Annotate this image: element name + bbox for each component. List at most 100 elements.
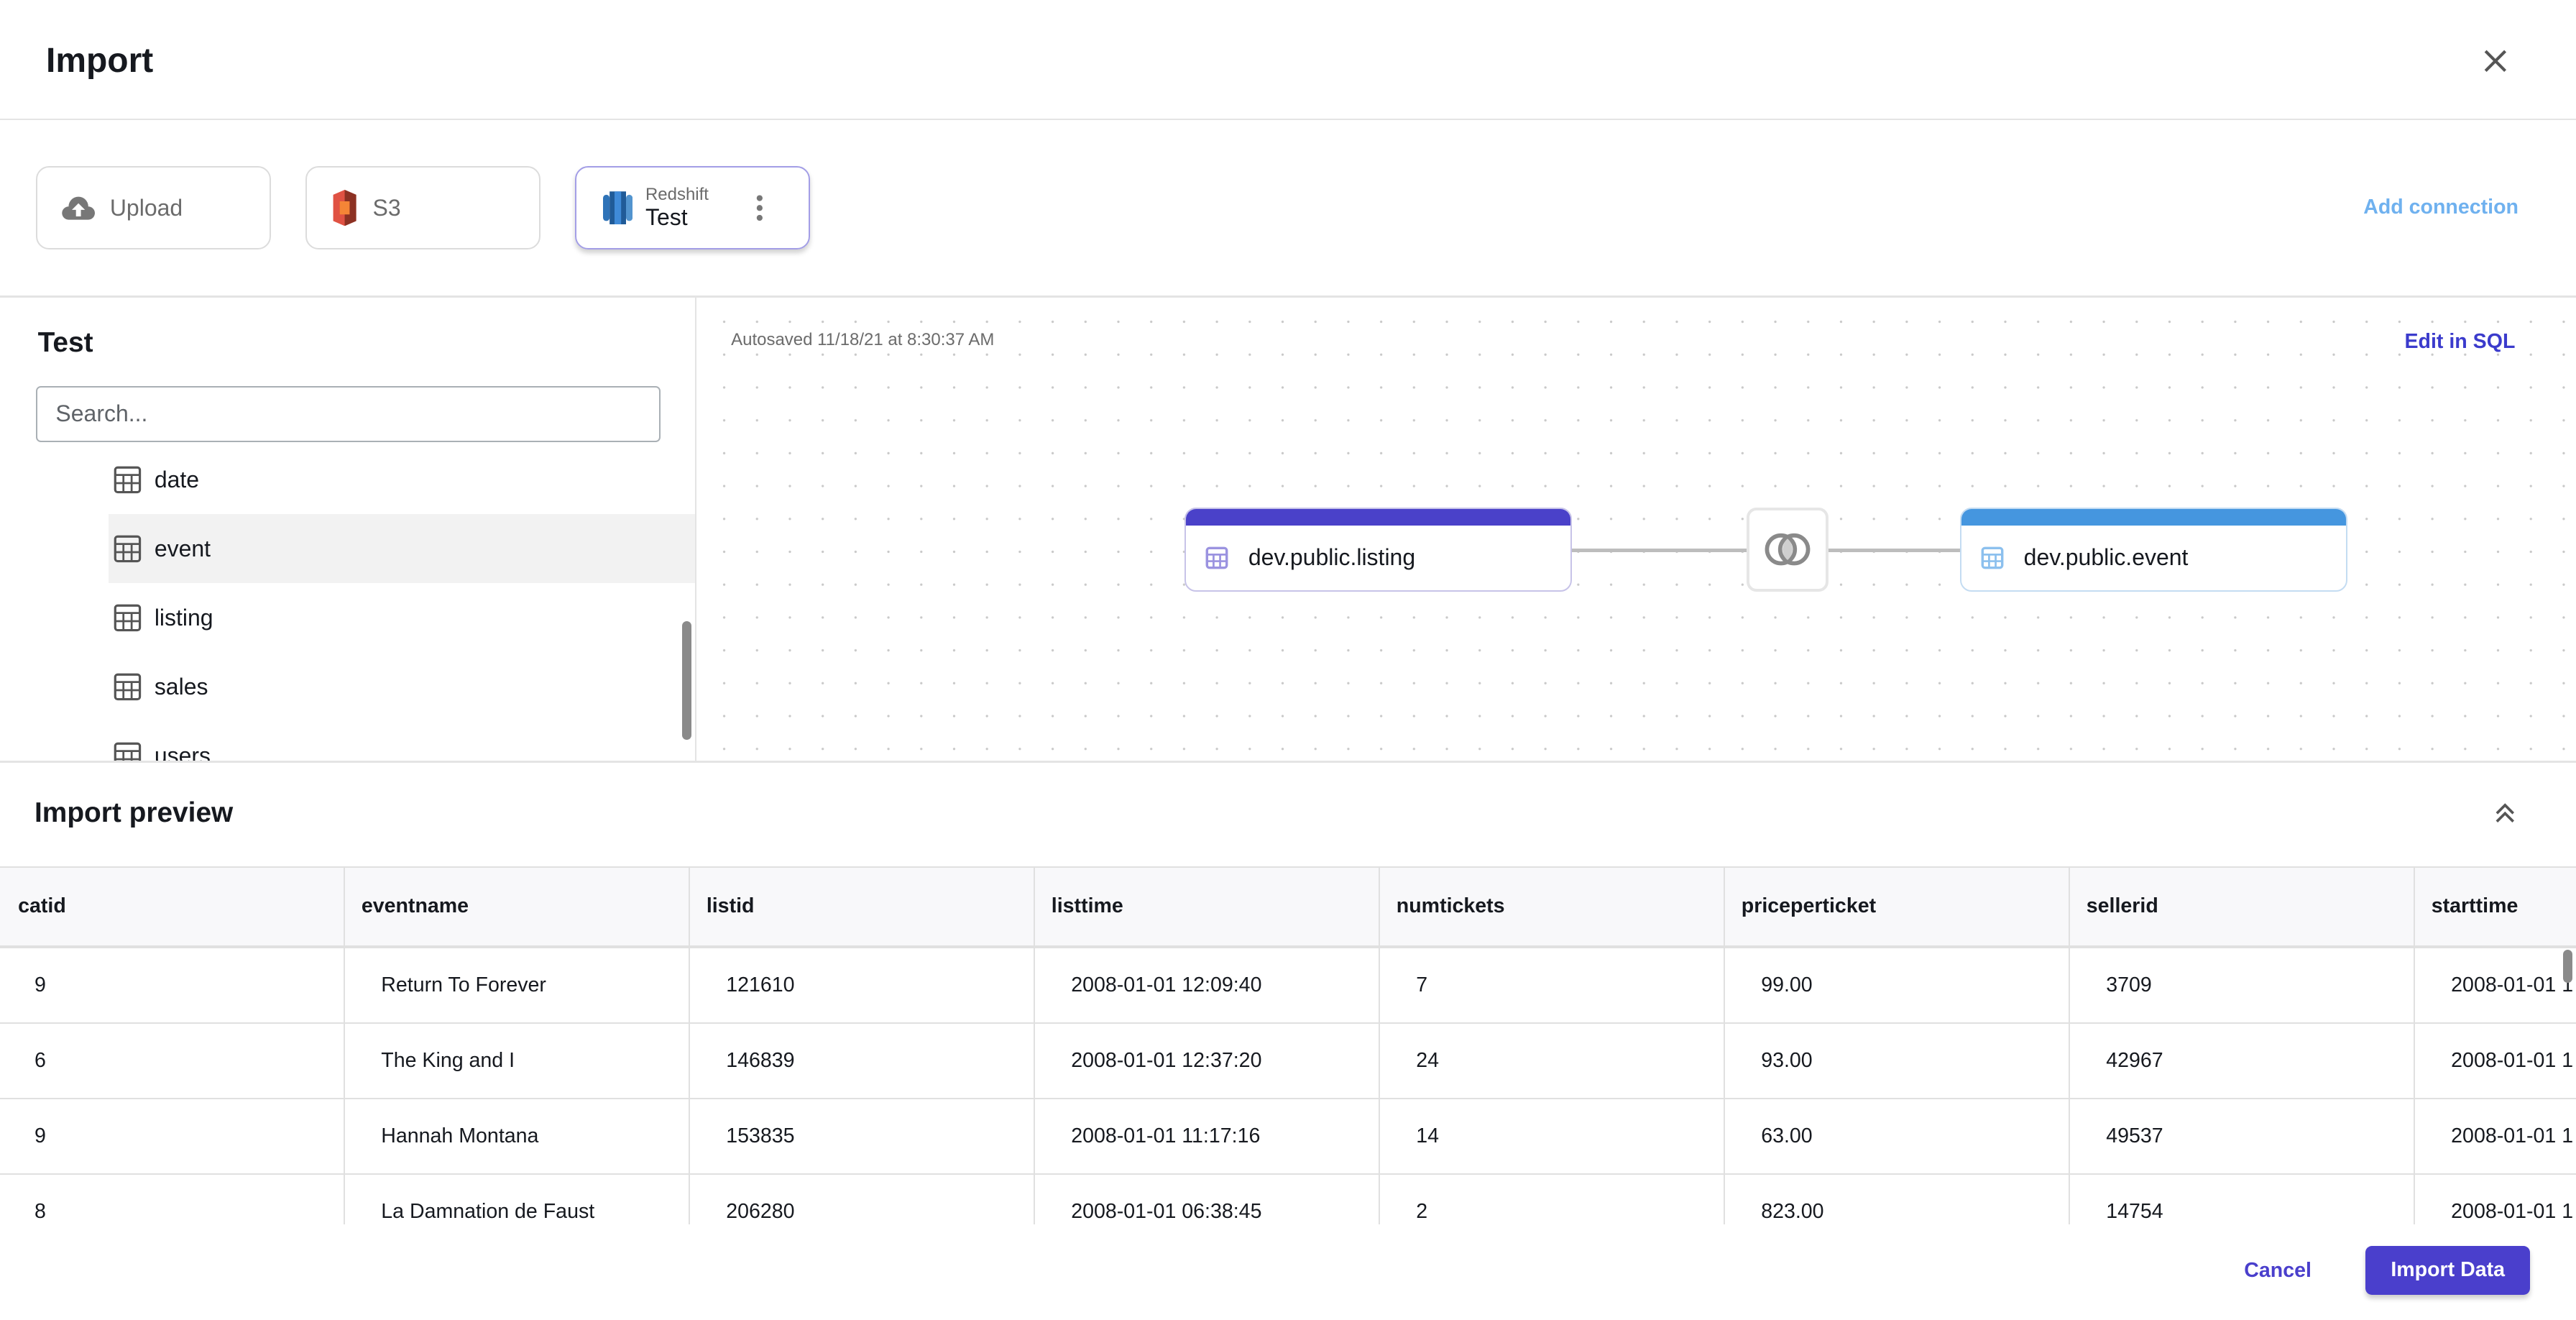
import-dialog: Import Upload S3 Redshift Test Add conne…: [0, 0, 2576, 1319]
table-cell: The King and I: [345, 1023, 690, 1098]
node-header-bar: [1961, 509, 2347, 526]
table-cell: 206280: [690, 1174, 1035, 1224]
tree-item-label: date: [154, 466, 200, 492]
table-row: 6 The King and I 146839 2008-01-01 12:37:20…: [0, 1023, 2576, 1099]
table-cell: 63.00: [1725, 1099, 2070, 1173]
table-cell: 6: [0, 1023, 345, 1098]
table-cell: 2008-01-01 06:38:45: [1035, 1174, 1380, 1224]
edit-in-sql-link[interactable]: Edit in SQL: [2404, 330, 2515, 354]
table-icon: [114, 742, 141, 761]
connection-redshift-test[interactable]: Redshift Test: [574, 165, 810, 250]
import-preview-title: Import preview: [34, 797, 234, 828]
table-icon: [114, 673, 141, 701]
preview-table: catid eventname listid listtime numtickets pr…: [0, 866, 2576, 1224]
more-options-icon[interactable]: [755, 195, 765, 221]
table-header-row: catid eventname listid listtime numtickets pr…: [0, 867, 2576, 948]
table-cell: 2008-01-01 1: [2415, 1099, 2576, 1173]
table-icon: [114, 604, 141, 632]
table-cell: 24: [1380, 1023, 1725, 1098]
table-cell: Hannah Montana: [345, 1099, 690, 1173]
table-icon: [114, 535, 141, 563]
tree-item-label: users: [154, 742, 211, 761]
table-cell: 8: [0, 1174, 345, 1224]
table-cell: 823.00: [1725, 1174, 2070, 1224]
add-connection-link[interactable]: Add connection: [2363, 196, 2518, 219]
node-header-bar: [1185, 509, 1571, 526]
tree-item-event[interactable]: event: [108, 514, 696, 584]
tree-item-label: event: [154, 535, 211, 562]
divider: [0, 118, 2576, 120]
table-node-listing[interactable]: dev.public.listing: [1184, 508, 1573, 592]
dialog-title: Import: [45, 42, 154, 81]
connection-type: Redshift: [645, 185, 709, 205]
table-cell: Return To Forever: [345, 948, 690, 1022]
column-header-catid[interactable]: catid: [0, 867, 345, 945]
connection-title: Test: [37, 326, 93, 358]
close-button[interactable]: [2479, 45, 2512, 78]
table-cell: 2008-01-01 11:17:16: [1035, 1099, 1380, 1173]
inner-join-icon: [1765, 533, 1811, 566]
table-icon: [1205, 546, 1228, 569]
table-cell: 146839: [690, 1023, 1035, 1098]
column-header-listtime[interactable]: listtime: [1035, 867, 1380, 945]
table-cell: 2: [1380, 1174, 1725, 1224]
connection-upload[interactable]: Upload: [36, 165, 272, 250]
column-header-priceperticket[interactable]: priceperticket: [1725, 867, 2070, 945]
cancel-button[interactable]: Cancel: [2244, 1259, 2312, 1283]
node-label: dev.public.listing: [1248, 544, 1416, 571]
tree-item-users[interactable]: users: [109, 721, 695, 761]
cloud-upload-icon: [62, 196, 96, 220]
connection-label: S3: [372, 194, 401, 221]
search-input[interactable]: [36, 386, 661, 442]
tree-item-listing[interactable]: listing: [109, 583, 695, 652]
table-cell: 49537: [2070, 1099, 2415, 1173]
column-header-eventname[interactable]: eventname: [345, 867, 690, 945]
redshift-icon: [602, 191, 632, 224]
column-header-numtickets[interactable]: numtickets: [1380, 867, 1725, 945]
tree-item-sales[interactable]: sales: [109, 652, 695, 721]
connection-label: Test: [645, 203, 688, 230]
table-cell: 2008-01-01 12:37:20: [1035, 1023, 1380, 1098]
connector-line: [1828, 549, 1960, 552]
table-cell: 153835: [690, 1099, 1035, 1173]
tree-item-date[interactable]: date: [109, 445, 695, 514]
table-cell: 2008-01-01 12:09:40: [1035, 948, 1380, 1022]
tree-item-label: sales: [154, 673, 208, 700]
table-cell: 2008-01-01 1: [2415, 1024, 2576, 1098]
table-cell: 121610: [690, 948, 1035, 1022]
table-cell: 9: [0, 948, 345, 1022]
column-header-sellerid[interactable]: sellerid: [2070, 867, 2415, 945]
table-cell: 93.00: [1725, 1023, 2070, 1098]
table-cell: 9: [0, 1099, 345, 1173]
table-icon: [1981, 546, 2004, 569]
autosave-status: Autosaved 11/18/21 at 8:30:37 AM: [731, 330, 995, 350]
table-cell: 7: [1380, 948, 1725, 1022]
tree-item-label: listing: [154, 604, 213, 631]
table-cell: 14: [1380, 1099, 1725, 1173]
table-browser: Test date event listing sales users: [0, 295, 697, 761]
scrollbar[interactable]: [681, 620, 692, 740]
import-data-button[interactable]: Import Data: [2365, 1245, 2530, 1296]
s3-icon: [333, 189, 356, 226]
divider: [0, 761, 2576, 763]
column-header-listid[interactable]: listid: [690, 867, 1035, 945]
table-cell: 42967: [2070, 1023, 2415, 1098]
table-scrollbar[interactable]: [2562, 950, 2573, 983]
table-row: 9 Return To Forever 121610 2008-01-01 12:09…: [0, 948, 2576, 1024]
table-row: 9 Hannah Montana 153835 2008-01-01 11:17:16…: [0, 1099, 2576, 1175]
join-button[interactable]: [1746, 508, 1828, 592]
table-icon: [114, 466, 141, 494]
column-header-starttime[interactable]: starttime: [2415, 868, 2576, 945]
table-cell: 99.00: [1725, 948, 2070, 1022]
collapse-button[interactable]: [2492, 800, 2518, 833]
table-cell: 14754: [2070, 1174, 2415, 1224]
table-node-event[interactable]: dev.public.event: [1959, 508, 2348, 592]
node-label: dev.public.event: [2023, 544, 2189, 571]
double-chevron-up-icon: [2496, 803, 2515, 823]
close-icon: [2484, 50, 2507, 72]
connection-s3[interactable]: S3: [305, 165, 540, 250]
table-row: 8 La Damnation de Faust 206280 2008-01-01 0…: [0, 1174, 2576, 1224]
table-cell: 2008-01-01 1: [2415, 1175, 2576, 1224]
table-cell: La Damnation de Faust: [345, 1174, 690, 1224]
table-cell: 3709: [2070, 948, 2415, 1022]
